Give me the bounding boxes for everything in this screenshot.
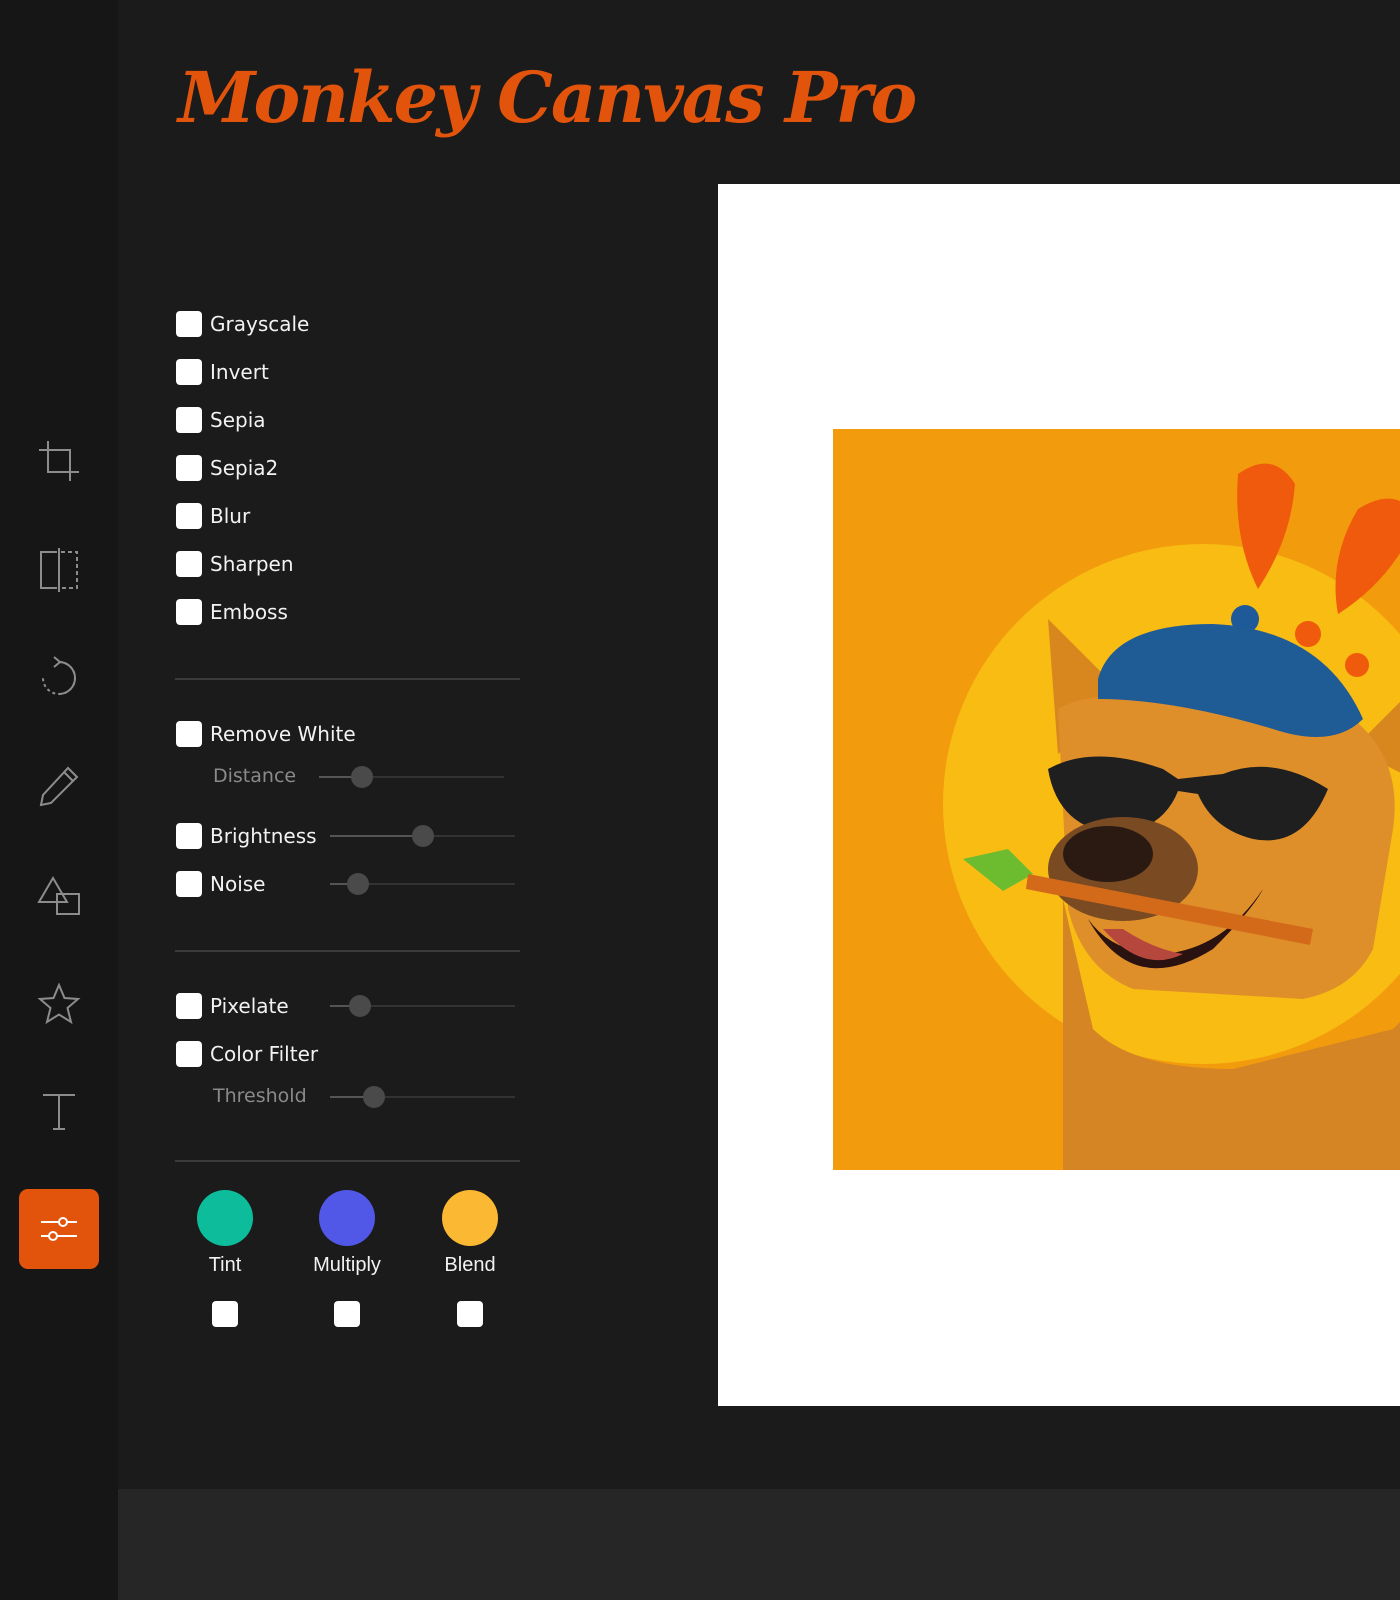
filter-brightness[interactable]: Brightness (176, 822, 317, 850)
filter-sharpen[interactable]: Sharpen (176, 550, 294, 578)
flip-icon (40, 548, 78, 592)
filter-color-filter[interactable]: Color Filter (176, 1040, 318, 1068)
filters-tool-button[interactable] (19, 1189, 99, 1269)
tint-checkbox[interactable] (212, 1301, 238, 1327)
flip-tool-button[interactable] (19, 530, 99, 610)
threshold-slider[interactable] (330, 1085, 515, 1109)
filter-sepia2[interactable]: Sepia2 (176, 454, 278, 482)
distance-slider[interactable] (319, 765, 504, 789)
multiply-color-swatch[interactable] (319, 1190, 375, 1246)
dog-illustration (833, 429, 1400, 1170)
bottom-bar (118, 1489, 1400, 1600)
shapes-tool-button[interactable] (19, 856, 99, 936)
pencil-tool-button[interactable] (19, 746, 99, 826)
sepia2-checkbox[interactable] (176, 455, 202, 481)
tint-label: Tint (208, 1254, 242, 1276)
panel-divider (175, 678, 520, 680)
pixelate-slider[interactable] (330, 994, 515, 1018)
panel-divider (175, 1160, 520, 1162)
filter-grayscale[interactable]: Grayscale (176, 310, 309, 338)
blend-color-swatch[interactable] (442, 1190, 498, 1246)
sharpen-label: Sharpen (210, 552, 294, 576)
multiply-label: Multiply (313, 1254, 381, 1276)
sliders-icon (41, 1217, 77, 1241)
remove-white-checkbox[interactable] (176, 721, 202, 747)
grayscale-label: Grayscale (210, 312, 310, 336)
sepia2-label: Sepia2 (210, 456, 279, 480)
tint-color-swatch[interactable] (197, 1190, 253, 1246)
panel-divider (175, 950, 520, 952)
brightness-slider[interactable] (330, 824, 515, 848)
filter-sepia[interactable]: Sepia (176, 406, 266, 434)
filters-panel: Grayscale Invert Sepia Sepia2 Blur Sharp… (175, 0, 521, 1400)
sepia-checkbox[interactable] (176, 407, 202, 433)
sharpen-checkbox[interactable] (176, 551, 202, 577)
star-icon (37, 982, 81, 1025)
pixelate-label: Pixelate (210, 994, 289, 1018)
text-tool-button[interactable] (19, 1071, 99, 1151)
filter-emboss[interactable]: Emboss (176, 598, 288, 626)
shapes-icon (37, 876, 80, 915)
emboss-label: Emboss (210, 600, 288, 624)
color-filter-label: Color Filter (210, 1042, 319, 1066)
filter-invert[interactable]: Invert (176, 358, 269, 386)
multiply-checkbox[interactable] (334, 1301, 360, 1327)
invert-checkbox[interactable] (176, 359, 202, 385)
blur-label: Blur (210, 504, 251, 528)
blend-checkbox[interactable] (457, 1301, 483, 1327)
brightness-checkbox[interactable] (176, 823, 202, 849)
grayscale-checkbox[interactable] (176, 311, 202, 337)
filter-noise[interactable]: Noise (176, 870, 265, 898)
image-canvas[interactable] (718, 184, 1400, 1406)
pencil-icon (39, 766, 79, 807)
blend-mode-tint: Tint (170, 1190, 280, 1327)
filter-blur[interactable]: Blur (176, 502, 250, 530)
blend-label: Blend (444, 1254, 496, 1276)
pixelate-checkbox[interactable] (176, 993, 202, 1019)
crop-icon (39, 441, 79, 481)
sepia-label: Sepia (210, 408, 266, 432)
filter-remove-white[interactable]: Remove White (176, 720, 356, 748)
blend-mode-multiply: Multiply (292, 1190, 402, 1327)
noise-label: Noise (210, 872, 266, 896)
invert-label: Invert (210, 360, 269, 384)
tool-rail (0, 0, 118, 1600)
remove-white-label: Remove White (210, 722, 356, 746)
stickers-tool-button[interactable] (19, 964, 99, 1044)
dog-artwork-image (833, 429, 1400, 1170)
emboss-checkbox[interactable] (176, 599, 202, 625)
threshold-label: Threshold (213, 1085, 307, 1107)
filter-pixelate[interactable]: Pixelate (176, 992, 289, 1020)
noise-slider[interactable] (330, 872, 515, 896)
blur-checkbox[interactable] (176, 503, 202, 529)
distance-label: Distance (213, 765, 297, 787)
rotate-tool-button[interactable] (19, 638, 99, 718)
rotate-icon (42, 656, 77, 695)
brightness-label: Brightness (210, 824, 317, 848)
app-window: Monkey Canvas Pro Grayscale Invert Sepia… (0, 0, 1400, 1600)
text-icon (43, 1094, 75, 1130)
color-filter-checkbox[interactable] (176, 1041, 202, 1067)
blend-mode-blend: Blend (415, 1190, 525, 1327)
crop-tool-button[interactable] (19, 421, 99, 501)
noise-checkbox[interactable] (176, 871, 202, 897)
